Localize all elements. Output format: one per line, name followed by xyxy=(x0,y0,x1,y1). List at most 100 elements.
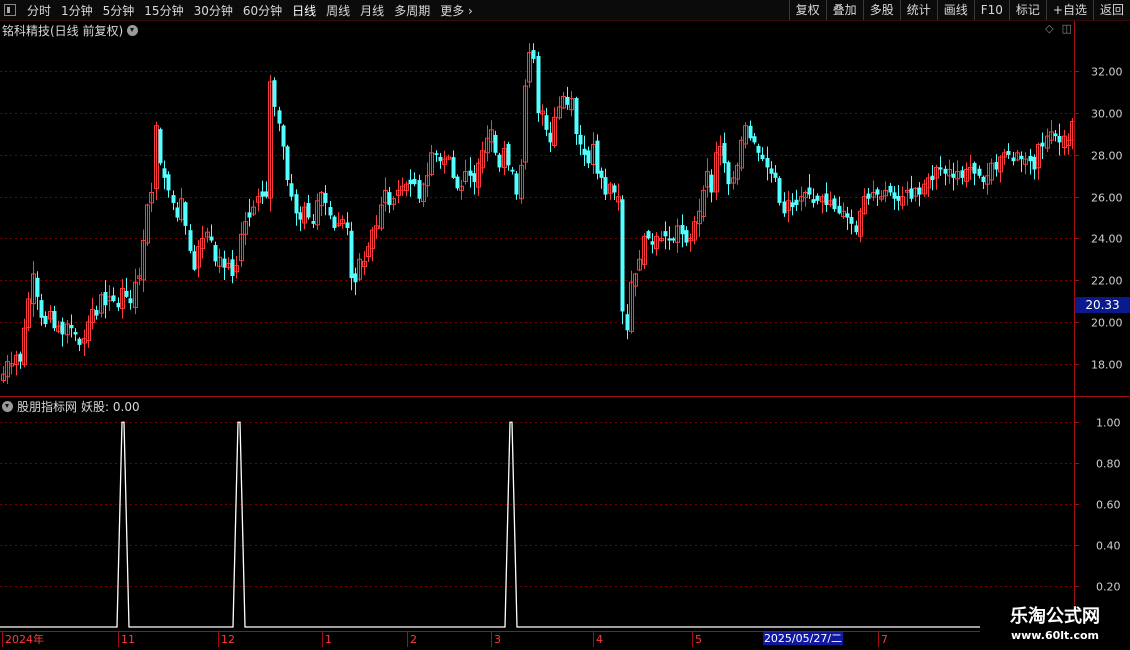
candle-body xyxy=(625,314,630,331)
candle-body xyxy=(77,338,82,345)
candle-body xyxy=(349,230,354,279)
chart-title: 铭科精技(日线 前复权) xyxy=(2,22,139,39)
candle-body xyxy=(680,225,685,235)
candle-body xyxy=(824,193,829,206)
candle-body xyxy=(794,199,799,206)
candle-body xyxy=(646,231,651,239)
candle-body xyxy=(69,325,74,329)
candle-body xyxy=(951,173,956,178)
date-axis: 2024年 11 12 1 2 3 4 5 7 xyxy=(0,631,1074,647)
y-tick-label: 1.00 xyxy=(1096,417,1121,430)
candle-body xyxy=(175,207,180,218)
split-window-icon[interactable]: ◫ xyxy=(1062,22,1072,35)
candle-body xyxy=(52,311,57,329)
candle-body xyxy=(599,170,604,178)
candle-body xyxy=(565,96,570,105)
candle-body xyxy=(977,168,982,176)
candle-body xyxy=(183,202,188,226)
candle-body xyxy=(578,134,583,145)
candle-body xyxy=(972,162,977,174)
candle-body xyxy=(272,80,277,107)
candle-body xyxy=(171,195,176,203)
candle-body xyxy=(298,212,303,220)
y-tick-label: 22.00 xyxy=(1091,275,1123,288)
candle-body xyxy=(930,175,935,180)
candle-body xyxy=(892,192,897,199)
candle-body xyxy=(620,199,625,312)
candle-body xyxy=(726,162,731,185)
candle-body xyxy=(192,251,197,270)
price-axis: 18.00 20.00 22.00 24.00 26.00 28.00 30.00 32.00… xyxy=(1074,21,1123,647)
candle-body xyxy=(285,146,290,180)
candle-body xyxy=(586,150,591,164)
date-label: 11 xyxy=(121,633,135,646)
candle-body xyxy=(709,174,714,193)
candle-body xyxy=(811,199,816,203)
candle-body xyxy=(103,292,108,306)
y-tick-label: 18.00 xyxy=(1091,359,1123,372)
candle-body xyxy=(111,295,116,302)
candle-body xyxy=(536,55,541,114)
candle-body xyxy=(790,202,795,208)
stock-title: 铭科精技(日线 前复权) xyxy=(2,24,124,38)
candle-body xyxy=(158,129,163,164)
candle-body xyxy=(264,191,269,197)
watermark-url: www.60lt.com xyxy=(1010,629,1100,642)
diamond-icon[interactable]: ◇ xyxy=(1045,22,1053,35)
candle-body xyxy=(866,193,871,199)
watermark-title: 乐淘公式网 xyxy=(1010,606,1100,627)
candle-body xyxy=(896,196,901,201)
date-label: 1 xyxy=(325,633,332,646)
candle-body xyxy=(769,168,774,174)
candle-body xyxy=(849,216,854,224)
candle-body xyxy=(408,179,413,185)
candle-body xyxy=(854,225,859,233)
candle-body xyxy=(289,183,294,197)
candle-body xyxy=(434,153,439,155)
candle-body xyxy=(128,298,133,304)
candle-body xyxy=(548,132,553,143)
candle-body xyxy=(468,170,473,176)
candle-body xyxy=(1011,157,1016,162)
candle-body xyxy=(943,168,948,174)
candle-body xyxy=(1040,142,1045,147)
selected-date-badge: 2025/05/27/二 xyxy=(763,632,843,645)
candle-body xyxy=(213,245,218,262)
last-price-badge: 20.33 xyxy=(1075,297,1130,313)
candle-body xyxy=(684,230,689,243)
candle-body xyxy=(1019,155,1024,160)
candle-body xyxy=(1032,156,1037,170)
candle-body xyxy=(222,258,227,268)
candle-body xyxy=(807,187,812,195)
candle-body xyxy=(663,231,668,237)
y-tick-label: 26.00 xyxy=(1091,192,1123,205)
date-label: 7 xyxy=(881,633,888,646)
candle-body xyxy=(748,125,753,139)
candle-body xyxy=(311,221,316,224)
candle-body xyxy=(612,185,617,193)
window-controls: ◇ ◫ xyxy=(1045,22,1072,35)
candle-body xyxy=(230,259,235,276)
candle-body xyxy=(1006,150,1011,155)
chart-canvas[interactable]: 18.00 20.00 22.00 24.00 26.00 28.00 30.00 32.00… xyxy=(0,0,1130,650)
y-tick-label: 32.00 xyxy=(1091,66,1123,79)
candle-body xyxy=(777,178,782,203)
candle-body xyxy=(260,191,265,197)
date-label: 5 xyxy=(695,633,702,646)
candle-body xyxy=(332,216,337,228)
chevron-down-icon[interactable] xyxy=(2,401,13,412)
candle-body xyxy=(667,238,672,241)
candle-body xyxy=(514,173,519,195)
date-label: 3 xyxy=(494,633,501,646)
candle-body xyxy=(306,202,311,218)
candle-body xyxy=(328,207,333,216)
date-label: 2 xyxy=(410,633,417,646)
candle-body xyxy=(43,315,48,325)
candle-body xyxy=(281,125,286,147)
y-tick-label: 0.60 xyxy=(1096,499,1121,512)
candle-body xyxy=(472,173,477,183)
candle-body xyxy=(960,170,965,178)
chevron-down-icon[interactable] xyxy=(127,25,139,36)
date-label: 2024年 xyxy=(5,632,44,646)
candle-body xyxy=(595,140,600,174)
